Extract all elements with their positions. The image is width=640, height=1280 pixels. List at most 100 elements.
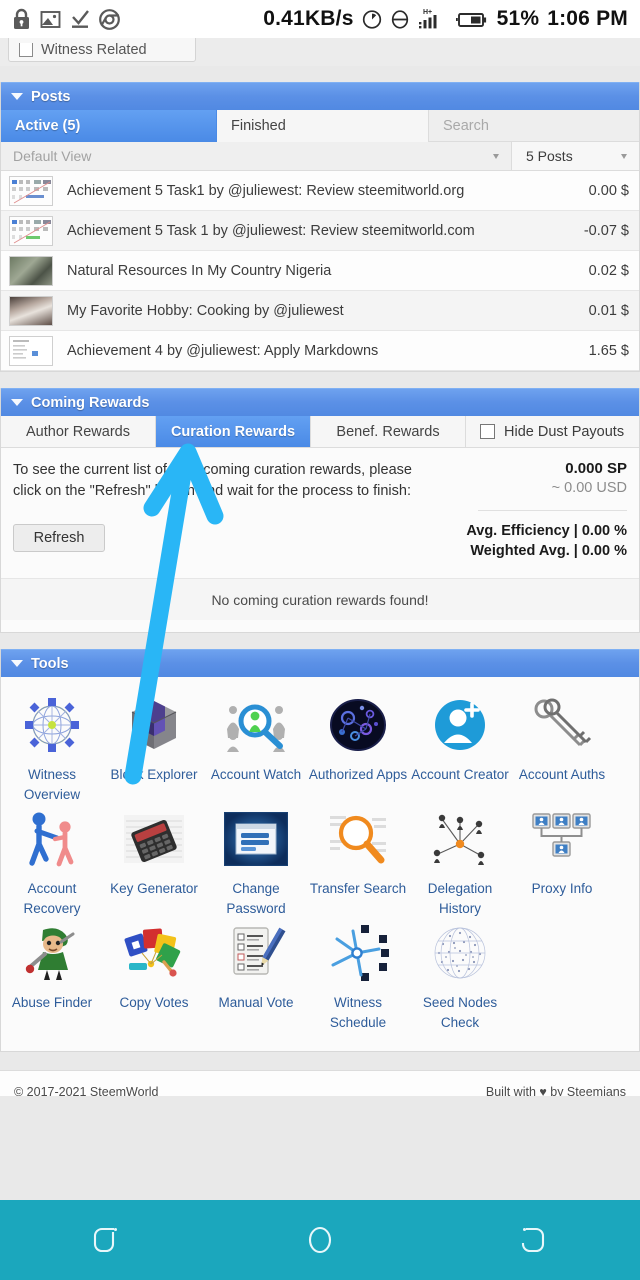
tool-label: Account Creator: [411, 767, 509, 782]
caret-down-icon: [11, 93, 23, 100]
post-value: 1.65 $: [588, 342, 629, 359]
post-title: Natural Resources In My Country Nigeria: [67, 262, 332, 279]
refresh-button-label: Refresh: [33, 530, 85, 546]
tool-witness-schedule[interactable]: Witness Schedule: [307, 919, 409, 1033]
hide-dust-payouts-checkbox[interactable]: Hide Dust Payouts: [466, 416, 639, 447]
witness-schedule-icon: [324, 919, 392, 987]
tab-curation-rewards[interactable]: Curation Rewards: [156, 416, 311, 447]
tool-label: Witness Overview: [23, 767, 81, 802]
post-thumbnail: [9, 175, 53, 206]
tools-panel-header[interactable]: Tools: [1, 649, 639, 677]
tool-label: Manual Vote: [218, 995, 294, 1010]
transfer-search-icon: [324, 805, 392, 873]
witness-related-label: Witness Related: [41, 42, 147, 58]
table-row[interactable]: Achievement 5 Task1 by @juliewest: Revie…: [1, 171, 639, 211]
tool-witness-overview[interactable]: Witness Overview: [1, 691, 103, 805]
tool-copy-votes[interactable]: Copy Votes: [103, 919, 205, 1033]
footer-copyright: © 2017-2021 SteemWorld: [14, 1085, 159, 1096]
chevron-down-icon: [493, 154, 499, 159]
tab-author-rewards[interactable]: Author Rewards: [1, 416, 156, 447]
page-content: Witness Related Posts Active (5) Finishe…: [0, 38, 640, 1280]
post-value: 0.00 $: [588, 182, 629, 199]
nav-home-button[interactable]: [213, 1223, 426, 1257]
chrome-icon: [99, 8, 120, 30]
tools-row: Abuse Finder Copy Votes Manual Vote Witn…: [1, 919, 639, 1033]
post-value: 0.02 $: [588, 262, 629, 279]
posts-list: Achievement 5 Task1 by @juliewest: Revie…: [1, 171, 639, 371]
nav-back-button[interactable]: [427, 1223, 640, 1257]
tool-transfer-search[interactable]: Transfer Search: [307, 805, 409, 919]
view-select[interactable]: Default View: [1, 142, 511, 170]
clock: 1:06 PM: [547, 7, 628, 30]
spacer: [0, 66, 640, 82]
copy-votes-icon: [120, 919, 188, 987]
posts-panel-header[interactable]: Posts: [1, 82, 639, 110]
post-value: 0.01 $: [588, 302, 629, 319]
tool-label: Key Generator: [110, 881, 198, 896]
tab-finished-posts[interactable]: Finished: [217, 110, 429, 142]
tool-abuse-finder[interactable]: Abuse Finder: [1, 919, 103, 1033]
home-icon: [308, 1226, 332, 1254]
tool-seed-nodes-check[interactable]: Seed Nodes Check: [409, 919, 511, 1033]
tool-account-creator[interactable]: Account Creator: [409, 691, 511, 805]
authorized-apps-icon: [324, 691, 392, 759]
checkbox-icon: [19, 43, 33, 57]
tool-label: Seed Nodes Check: [422, 995, 498, 1030]
tool-manual-vote[interactable]: Manual Vote: [205, 919, 307, 1033]
post-count-select[interactable]: 5 Posts: [511, 142, 639, 170]
spacer: [1, 620, 639, 632]
posts-panel-title: Posts: [31, 88, 71, 105]
tool-label: Change Password: [226, 881, 286, 916]
account-auths-icon: [528, 691, 596, 759]
do-not-disturb-icon: [391, 10, 408, 29]
witness-related-checkbox[interactable]: Witness Related: [8, 38, 196, 62]
tools-panel: Tools Witness Overview Block Explorer Ac…: [0, 649, 640, 1052]
table-row[interactable]: Natural Resources In My Country Nigeria …: [1, 251, 639, 291]
spacer: [1, 566, 639, 578]
tool-block-explorer[interactable]: Block Explorer: [103, 691, 205, 805]
status-bar: 0.41KB/s H+ 51% 1:06 PM: [0, 0, 640, 38]
tool-account-watch[interactable]: Account Watch: [205, 691, 307, 805]
tool-label: Account Recovery: [23, 881, 81, 916]
back-icon: [522, 1227, 545, 1253]
nav-recents-button[interactable]: [0, 1223, 213, 1257]
tool-account-recovery[interactable]: Account Recovery: [1, 805, 103, 919]
table-row[interactable]: My Favorite Hobby: Cooking by @juliewest…: [1, 291, 639, 331]
tool-label: Account Auths: [518, 767, 606, 782]
coming-rewards-panel: Coming Rewards Author Rewards Curation R…: [0, 388, 640, 633]
coming-rewards-title: Coming Rewards: [31, 394, 150, 411]
spacer: [0, 633, 640, 649]
rewards-amount-sp: 0.000 SP: [565, 460, 627, 477]
tool-label: Abuse Finder: [11, 995, 93, 1010]
spacer: [0, 372, 640, 388]
tool-authorized-apps[interactable]: Authorized Apps: [307, 691, 409, 805]
tool-change-password[interactable]: Change Password: [205, 805, 307, 919]
posts-tabs: Active (5) Finished Search: [1, 110, 639, 142]
post-thumbnail: [9, 335, 53, 366]
tool-proxy-info[interactable]: Proxy Info: [511, 805, 613, 919]
tab-active-posts[interactable]: Active (5): [1, 110, 217, 142]
post-count-select-value: 5 Posts: [526, 148, 573, 164]
tool-key-generator[interactable]: Key Generator: [103, 805, 205, 919]
tools-grid: Witness Overview Block Explorer Account …: [1, 677, 639, 1051]
weighted-avg: Weighted Avg. | 0.00 %: [470, 543, 627, 559]
table-row[interactable]: Achievement 4 by @juliewest: Apply Markd…: [1, 331, 639, 371]
tab-benef-rewards[interactable]: Benef. Rewards: [311, 416, 466, 447]
rewards-tabs: Author Rewards Curation Rewards Benef. R…: [1, 416, 639, 448]
account-recovery-icon: [18, 805, 86, 873]
rewards-amount-usd: ~ 0.00 USD: [551, 480, 627, 496]
tool-account-auths[interactable]: Account Auths: [511, 691, 613, 805]
posts-search-input[interactable]: Search: [429, 110, 639, 141]
view-select-value: Default View: [13, 148, 92, 164]
refresh-button[interactable]: Refresh: [13, 524, 105, 552]
recents-icon: [93, 1227, 117, 1253]
account-creator-icon: [426, 691, 494, 759]
proxy-info-icon: [528, 805, 596, 873]
change-password-icon: [222, 805, 290, 873]
tab-curation-rewards-label: Curation Rewards: [170, 423, 296, 440]
divider: [478, 510, 627, 511]
coming-rewards-header[interactable]: Coming Rewards: [1, 388, 639, 416]
download-complete-icon: [72, 9, 89, 28]
table-row[interactable]: Achievement 5 Task 1 by @juliewest: Revi…: [1, 211, 639, 251]
tool-delegation-history[interactable]: Delegation History: [409, 805, 511, 919]
